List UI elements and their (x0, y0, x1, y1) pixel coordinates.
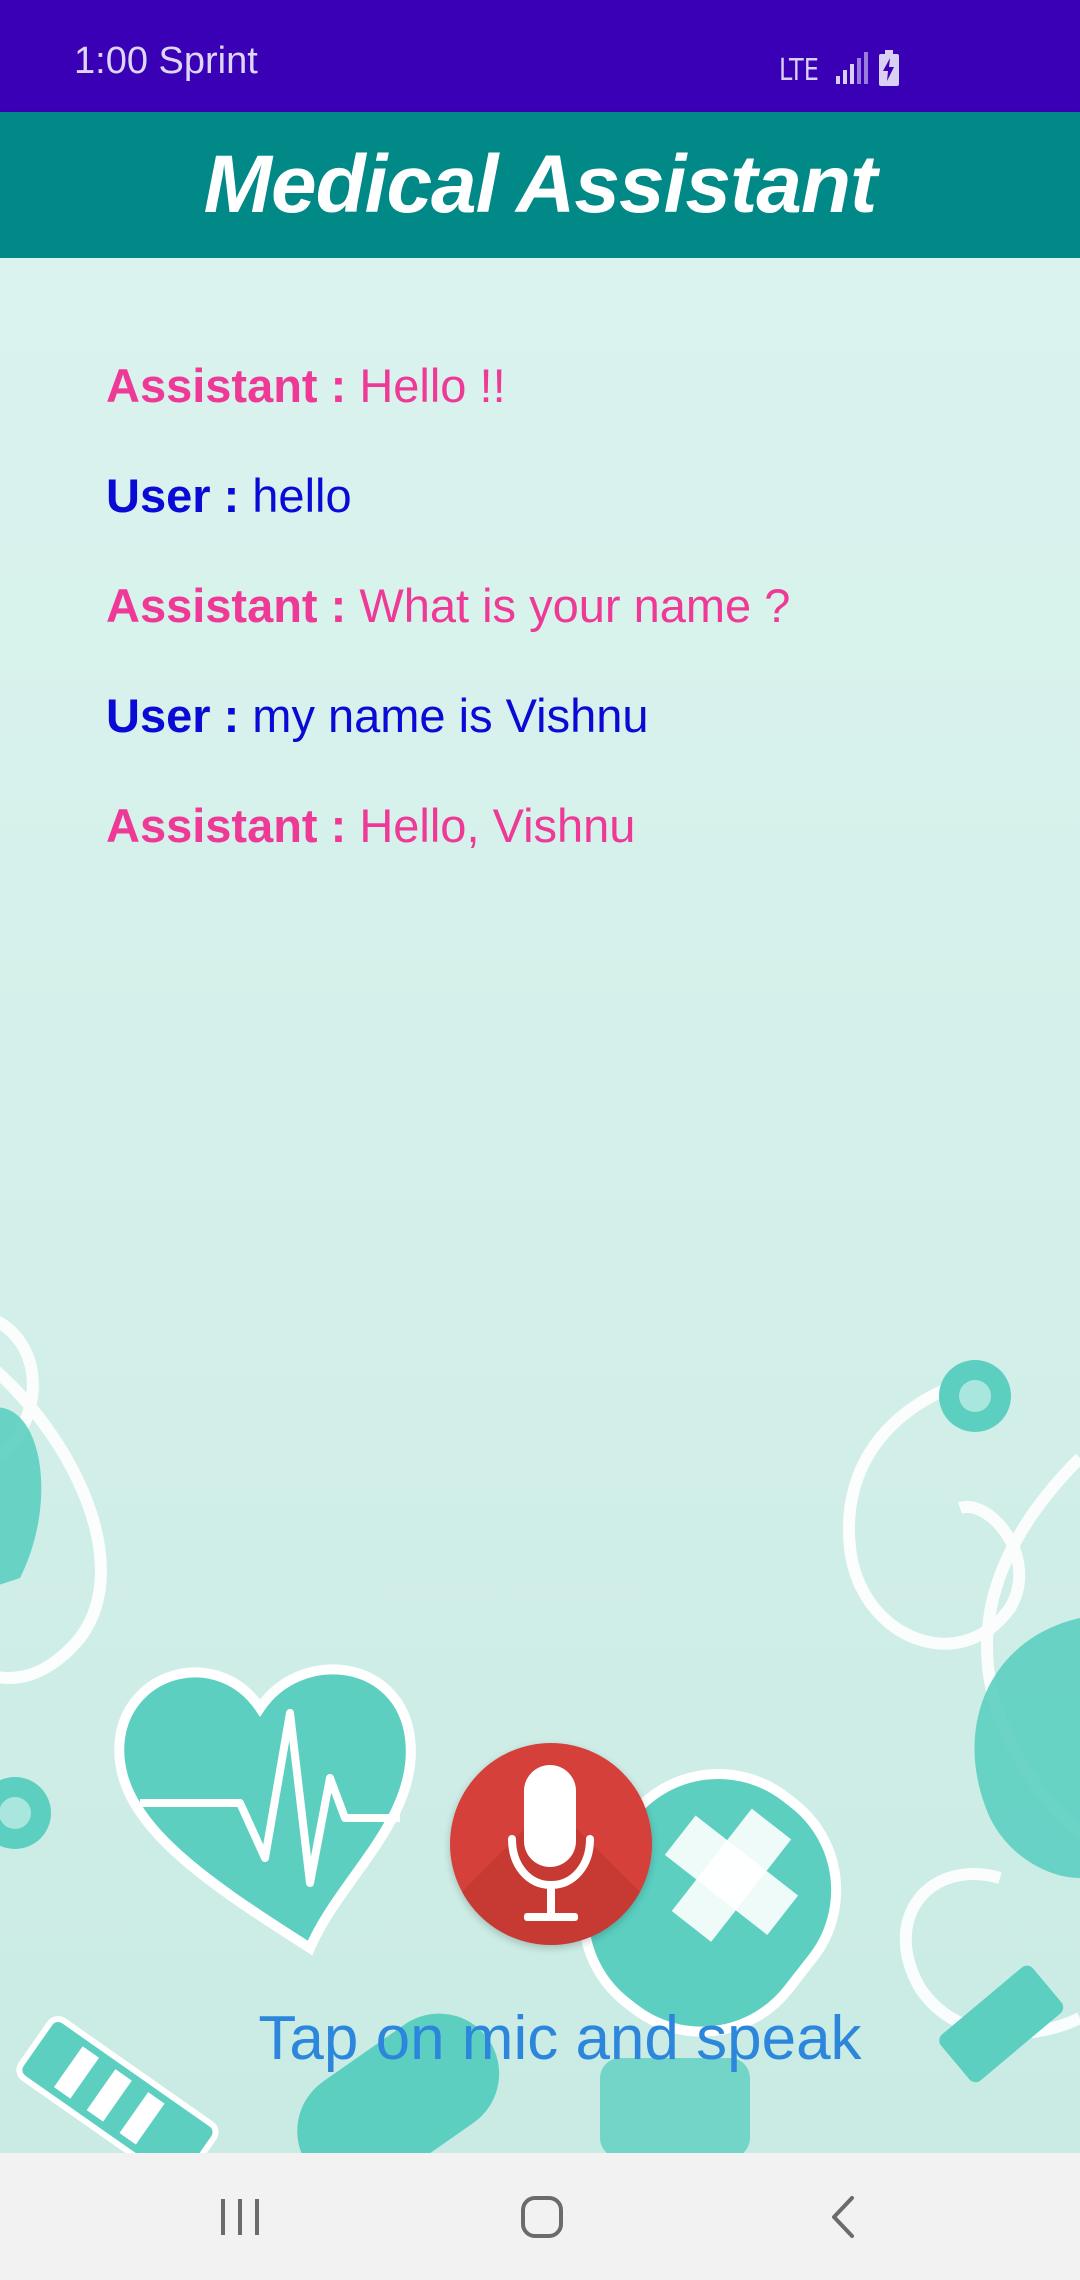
status-bar: 1:00 Sprint LTE (0, 0, 1080, 112)
message-text: my name is Vishnu (252, 689, 649, 742)
signal-icon (836, 52, 868, 84)
speaker-label: User : (106, 689, 240, 742)
content-area: Assistant : Hello !! User : hello Assist… (0, 258, 1080, 2153)
mic-hint-text: Tap on mic and speak (258, 2004, 862, 2073)
status-icons: LTE (774, 50, 900, 86)
message-assistant: Assistant : Hello !! (106, 358, 1006, 414)
microphone-icon (508, 1765, 594, 1921)
message-assistant: Assistant : What is your name ? (106, 578, 1006, 634)
speaker-label: Assistant : (106, 359, 347, 412)
message-assistant: Assistant : Hello, Vishnu (106, 798, 1006, 854)
mic-button[interactable] (450, 1743, 652, 1945)
speaker-label: Assistant : (106, 579, 347, 632)
network-type: LTE (779, 53, 820, 88)
recent-apps-button[interactable] (180, 2177, 300, 2257)
home-icon (521, 2196, 563, 2238)
app-title: Medical Assistant (203, 139, 878, 230)
message-user: User : my name is Vishnu (106, 688, 1006, 744)
recent-apps-icon (221, 2199, 259, 2235)
message-user: User : hello (106, 468, 1006, 524)
back-icon (832, 2196, 854, 2238)
message-text: hello (252, 469, 352, 522)
speaker-label: User : (106, 469, 240, 522)
battery-charging-icon (879, 50, 899, 86)
app-bar: Medical Assistant (0, 112, 1080, 258)
back-button[interactable] (784, 2177, 904, 2257)
message-text: Hello !! (359, 359, 506, 412)
speaker-label: Assistant : (106, 799, 347, 852)
conversation-log: Assistant : Hello !! User : hello Assist… (106, 358, 1006, 908)
message-text: Hello, Vishnu (359, 799, 636, 852)
home-button[interactable] (482, 2177, 602, 2257)
message-text: What is your name ? (359, 579, 791, 632)
status-time-carrier: 1:00 Sprint (74, 40, 258, 82)
navigation-bar (0, 2153, 1080, 2280)
